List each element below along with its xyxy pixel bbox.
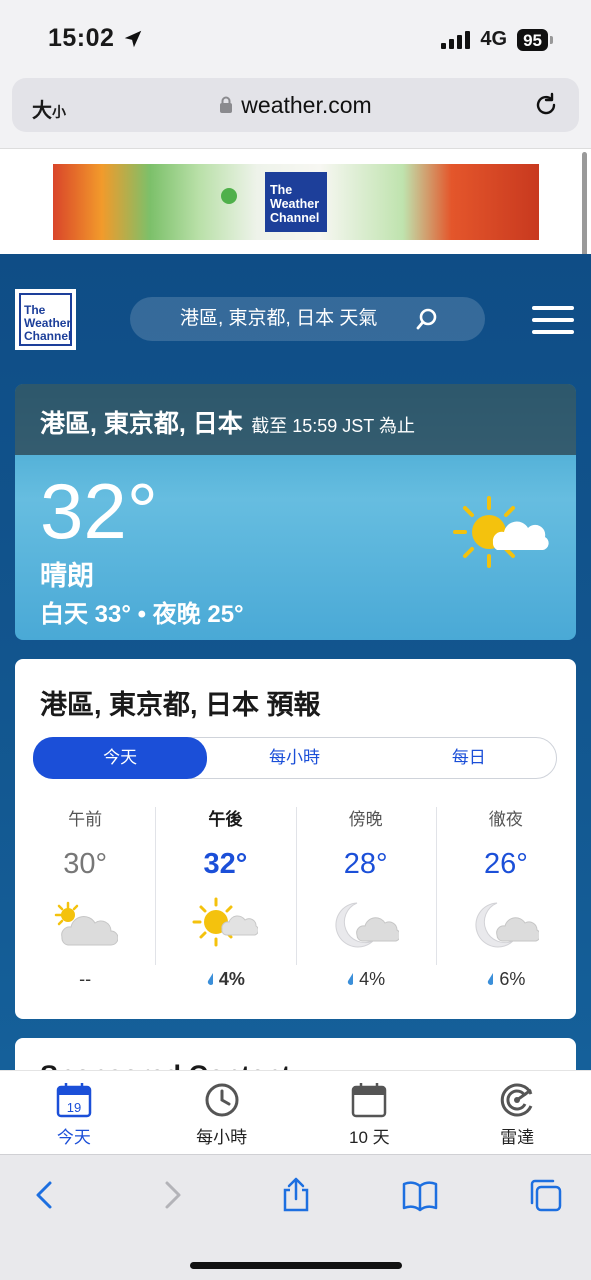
menu-button[interactable] xyxy=(532,306,574,334)
nav-tab-label: 10 天 xyxy=(349,1128,390,1147)
period-temperature: 26° xyxy=(483,848,528,880)
share-icon[interactable] xyxy=(278,1177,314,1213)
sunny-partly-cloudy-icon xyxy=(453,496,549,568)
partly-cloudy-night-icon xyxy=(335,902,399,948)
status-bar: 15:02 4G 95 xyxy=(0,0,591,76)
safari-toolbar xyxy=(0,1154,591,1280)
forecast-title: 港區, 東京都, 日本 預報 xyxy=(40,690,321,720)
raindrop-icon xyxy=(488,973,494,985)
status-time: 15:02 xyxy=(48,24,115,52)
period-precip: 4% xyxy=(296,969,436,990)
period-precip: 4% xyxy=(155,969,295,990)
sponsored-content-card[interactable]: Sponsored Content xyxy=(15,1038,576,1070)
tab-daily[interactable]: 每日 xyxy=(382,738,556,778)
period-temperature: 32° xyxy=(203,848,248,880)
raindrop-icon xyxy=(347,973,354,985)
period-temperature: 30° xyxy=(63,848,108,880)
radar-icon xyxy=(500,1083,533,1117)
page-scrollbar[interactable] xyxy=(582,152,587,258)
nav-tab-label: 雷達 xyxy=(500,1128,535,1147)
svg-text:19: 19 xyxy=(67,1100,81,1115)
browser-address-area: 大小 weather.com xyxy=(0,76,591,148)
period-label: 午前 xyxy=(68,810,103,829)
ad-area: The Weather Channel xyxy=(0,148,591,254)
current-phrase: 晴朗 xyxy=(40,561,94,591)
forecast-period-afternoon[interactable]: 午後 32° 4% xyxy=(155,799,295,989)
cellular-signal-icon xyxy=(441,30,471,49)
weather-channel-logo[interactable]: The Weather Channel xyxy=(15,289,76,350)
observation-time: 截至 15:59 JST 為止 xyxy=(251,416,415,436)
battery-level: 95 xyxy=(517,28,548,51)
location-arrow-icon xyxy=(124,30,142,48)
raindrop-icon xyxy=(207,973,213,985)
current-conditions-card[interactable]: 港區, 東京都, 日本 截至 15:59 JST 為止 32° 晴朗 白天 33… xyxy=(15,384,576,640)
ad-banner[interactable]: The Weather Channel xyxy=(53,164,539,240)
period-label: 傍晚 xyxy=(348,810,383,829)
forecast-period-overnight[interactable]: 徹夜 26° 6% xyxy=(435,799,576,990)
url-display[interactable]: weather.com xyxy=(12,92,579,119)
ad-radar-blob xyxy=(221,188,237,204)
url-text: weather.com xyxy=(241,92,372,118)
forecast-card: 港區, 東京都, 日本 預報 今天 每小時 每日 午前 30° -- 午後 32… xyxy=(15,659,576,1019)
page-content: The Weather Channel 港區, 東京都, 日本 天氣 港區, 東京都… xyxy=(0,254,591,1070)
location-search-input[interactable]: 港區, 東京都, 日本 天氣 xyxy=(130,297,485,341)
status-indicators: 4G 95 xyxy=(441,28,553,51)
partly-cloudy-day-icon xyxy=(54,901,119,946)
bookmarks-icon[interactable] xyxy=(402,1177,438,1213)
tabs-icon[interactable] xyxy=(527,1177,563,1213)
nav-tab-today[interactable]: 19 今天 xyxy=(0,1071,148,1154)
period-label: 午後 xyxy=(208,810,243,829)
tab-hourly[interactable]: 每小時 xyxy=(207,738,381,778)
search-icon[interactable] xyxy=(415,307,439,331)
nav-tab-hourly[interactable]: 每小時 xyxy=(148,1071,296,1154)
forward-chevron-icon[interactable] xyxy=(154,1177,190,1213)
ad-weather-channel-logo: The Weather Channel xyxy=(265,172,327,232)
reload-icon[interactable] xyxy=(533,92,559,118)
network-type: 4G xyxy=(480,28,508,50)
calendar-icon xyxy=(352,1083,387,1118)
forecast-period-evening[interactable]: 傍晚 28° 4% xyxy=(295,799,436,990)
current-temperature: 32° xyxy=(40,467,158,555)
current-location: 港區, 東京都, 日本 xyxy=(40,410,243,438)
calendar-day-icon: 19 xyxy=(56,1083,92,1118)
sunny-partly-cloudy-icon xyxy=(192,897,259,947)
clock-icon xyxy=(205,1083,239,1117)
sponsored-content-title: Sponsored Content xyxy=(40,1060,291,1070)
tab-today[interactable]: 今天 xyxy=(33,737,208,779)
nav-tab-10day[interactable]: 10 天 xyxy=(296,1071,444,1154)
forecast-period-morning[interactable]: 午前 30° -- xyxy=(15,799,155,989)
nav-tab-radar[interactable]: 雷達 xyxy=(443,1071,591,1154)
forecast-periods: 午前 30° -- 午後 32° 4% 傍晚 28° 4% 徹夜 26° 6% xyxy=(15,799,576,989)
day-night-temperature: 白天 33° • 夜晚 25° xyxy=(40,601,244,628)
back-chevron-icon[interactable] xyxy=(27,1177,63,1213)
home-indicator xyxy=(190,1262,402,1269)
app-bottom-nav: 19 今天 每小時 10 天 雷達 xyxy=(0,1070,591,1154)
address-bar[interactable]: 大小 weather.com xyxy=(12,78,579,132)
nav-tab-label: 今天 xyxy=(56,1128,91,1147)
partly-cloudy-night-icon xyxy=(475,902,539,948)
period-precip: 6% xyxy=(436,969,576,990)
search-text: 港區, 東京都, 日本 天氣 xyxy=(180,308,378,329)
battery-icon: 95 xyxy=(517,28,553,51)
current-conditions-header: 港區, 東京都, 日本 截至 15:59 JST 為止 xyxy=(15,384,576,455)
period-temperature: 28° xyxy=(343,848,388,880)
nav-tab-label: 每小時 xyxy=(196,1128,248,1147)
lock-icon xyxy=(220,96,233,113)
forecast-tabs: 今天 每小時 每日 xyxy=(33,737,557,779)
period-label: 徹夜 xyxy=(488,810,523,829)
period-precip: -- xyxy=(79,969,92,989)
